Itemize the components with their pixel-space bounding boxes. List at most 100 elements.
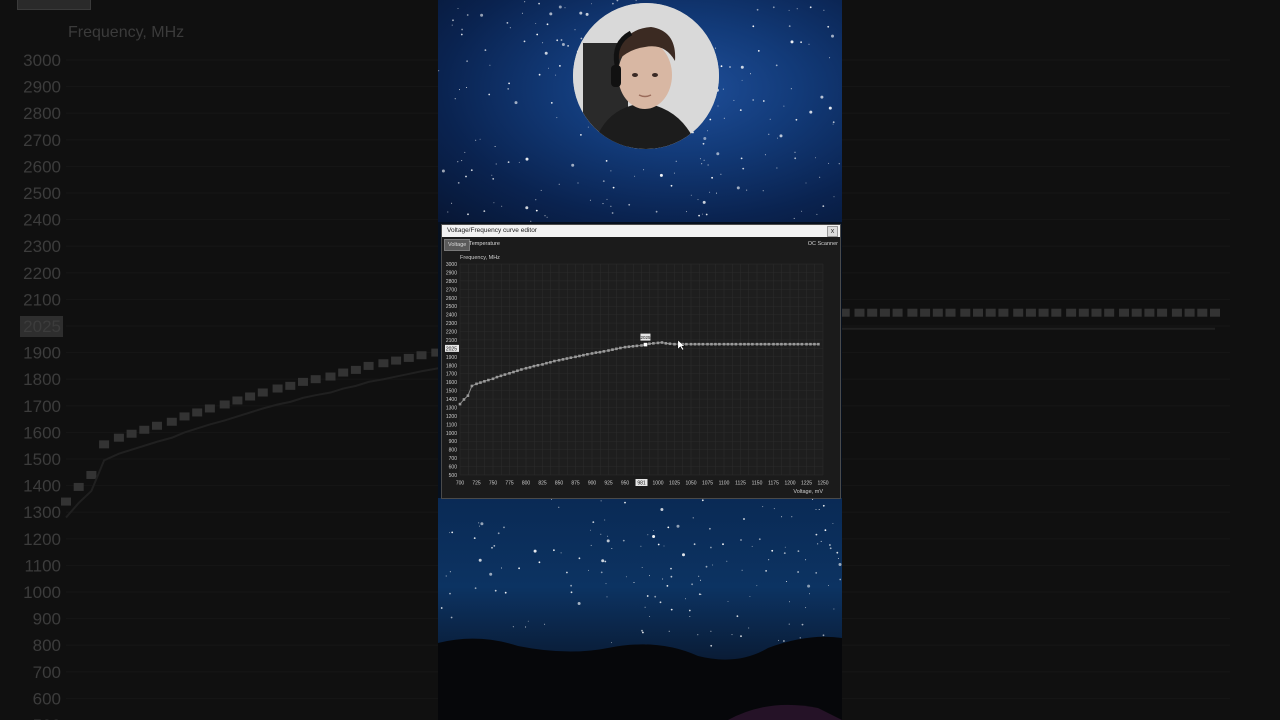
curve-point[interactable]	[701, 342, 705, 346]
y-tick-label: 3000	[446, 262, 457, 268]
curve-point[interactable]	[763, 342, 767, 346]
selected-point[interactable]	[643, 342, 648, 347]
curve-point[interactable]	[561, 358, 565, 361]
curve-point[interactable]	[536, 363, 540, 367]
curve-point[interactable]	[532, 364, 536, 368]
curve-point[interactable]	[751, 342, 754, 346]
curve-point[interactable]	[491, 377, 495, 381]
curve-point[interactable]	[805, 342, 808, 346]
curve-point[interactable]	[520, 368, 523, 371]
curve-point[interactable]	[660, 341, 664, 344]
curve-point[interactable]	[718, 342, 721, 346]
curve-point[interactable]	[726, 342, 730, 346]
curve-point[interactable]	[508, 371, 511, 375]
curve-point[interactable]	[792, 342, 796, 346]
curve-point[interactable]	[706, 342, 709, 346]
curve-point[interactable]	[528, 366, 532, 369]
curve-point[interactable]	[582, 353, 585, 357]
curve-point[interactable]	[640, 344, 643, 347]
curve-point[interactable]	[656, 341, 660, 345]
curve-point[interactable]	[623, 345, 627, 349]
y-tick-label: 2200	[446, 330, 457, 336]
curve-point[interactable]	[772, 342, 775, 346]
curve-point[interactable]	[743, 342, 746, 346]
curve-point[interactable]	[685, 342, 688, 346]
curve-point[interactable]	[673, 342, 676, 346]
curve-point[interactable]	[734, 342, 738, 346]
curve-point[interactable]	[631, 344, 635, 348]
curve-point[interactable]	[615, 347, 618, 351]
curve-point[interactable]	[788, 342, 792, 346]
curve-point[interactable]	[607, 349, 610, 352]
curve-point[interactable]	[553, 359, 556, 363]
curve-point[interactable]	[598, 350, 602, 354]
curve-point[interactable]	[747, 342, 750, 346]
curve-point[interactable]	[602, 350, 606, 353]
curve-point[interactable]	[648, 342, 651, 346]
curve-point[interactable]	[776, 342, 779, 346]
curve-point[interactable]	[590, 352, 594, 355]
curve-point[interactable]	[503, 373, 507, 376]
curve-point[interactable]	[817, 342, 820, 346]
background-curve-point	[985, 308, 996, 317]
curve-point[interactable]	[594, 351, 598, 354]
curve-point[interactable]	[479, 381, 482, 384]
curve-point[interactable]	[722, 342, 726, 346]
curve-point[interactable]	[730, 342, 734, 346]
curve-point[interactable]	[710, 342, 713, 346]
curve-point[interactable]	[755, 342, 759, 346]
curve-point[interactable]	[619, 346, 622, 350]
curve-point[interactable]	[574, 355, 577, 359]
curve-point[interactable]	[767, 342, 771, 346]
curve-point[interactable]	[714, 342, 717, 346]
curve-point[interactable]	[759, 342, 763, 346]
curve-point[interactable]	[557, 358, 561, 362]
curve-point[interactable]	[578, 354, 581, 358]
curve-point[interactable]	[627, 345, 631, 349]
curve-point[interactable]	[549, 361, 552, 364]
curve-point[interactable]	[569, 356, 573, 359]
curve-point[interactable]	[524, 366, 528, 370]
tab-temperature[interactable]: Temperature	[466, 239, 503, 249]
close-button[interactable]: x	[827, 226, 838, 237]
curve-point[interactable]	[466, 394, 470, 397]
background-curve-point	[378, 359, 389, 368]
curve-point[interactable]	[462, 398, 466, 401]
curve-point[interactable]	[697, 342, 701, 346]
star	[457, 182, 460, 184]
vf-curve-chart[interactable]: Frequency, MHz Voltage, mV 3000 2900 2800 270…	[442, 251, 840, 496]
curve-point[interactable]	[475, 382, 478, 386]
oc-scanner-button[interactable]: OC Scanner	[808, 239, 838, 249]
curve-point[interactable]	[796, 342, 800, 346]
curve-point[interactable]	[458, 402, 462, 406]
curve-point[interactable]	[586, 353, 589, 356]
curve-point[interactable]	[739, 342, 742, 346]
curve-point[interactable]	[541, 363, 544, 366]
curve-point[interactable]	[813, 342, 816, 346]
title-bar[interactable]: Voltage/Frequency curve editor x	[442, 225, 840, 237]
curve-point[interactable]	[652, 342, 655, 345]
curve-point[interactable]	[499, 374, 503, 378]
curve-point[interactable]	[565, 357, 569, 360]
curve-point[interactable]	[784, 342, 787, 346]
curve-point[interactable]	[809, 342, 812, 346]
curve-point[interactable]	[635, 344, 639, 348]
curve-point[interactable]	[611, 348, 614, 351]
curve-point[interactable]	[668, 342, 672, 346]
background-y-tick: 2025	[23, 317, 61, 336]
curve-point[interactable]	[689, 342, 693, 346]
curve-point[interactable]	[800, 342, 804, 346]
star	[602, 203, 604, 205]
curve-point[interactable]	[470, 384, 474, 388]
curve-point[interactable]	[664, 342, 668, 345]
curve-point[interactable]	[495, 375, 499, 379]
curve-point[interactable]	[545, 361, 548, 365]
curve-point[interactable]	[483, 380, 486, 383]
star	[612, 2, 614, 5]
curve-point[interactable]	[780, 342, 783, 346]
curve-point[interactable]	[693, 342, 697, 346]
background-y-tick: 1100	[24, 556, 61, 575]
curve-point[interactable]	[512, 370, 515, 374]
curve-point[interactable]	[487, 378, 490, 382]
curve-point[interactable]	[516, 369, 519, 373]
